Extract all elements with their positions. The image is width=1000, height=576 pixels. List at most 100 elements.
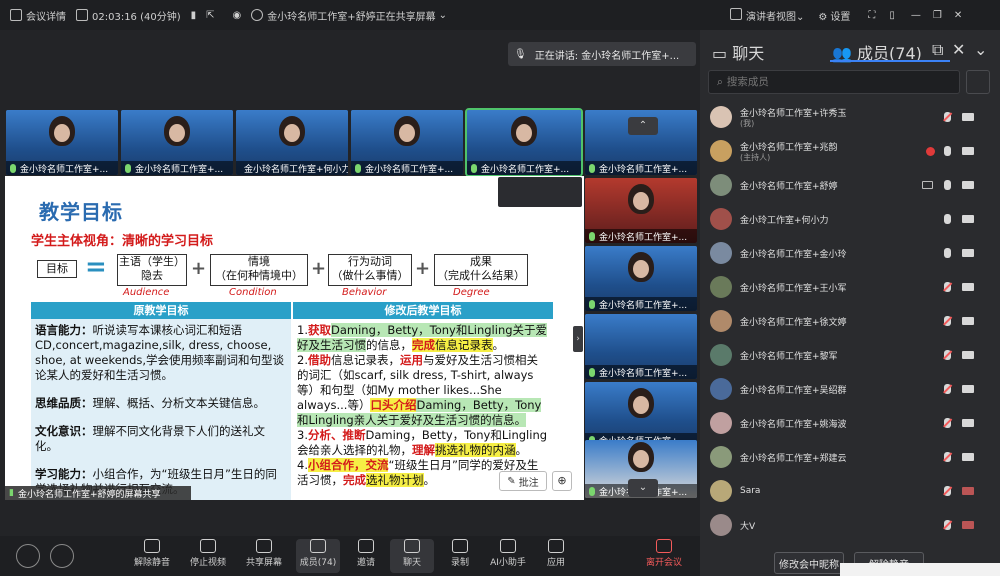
mic-icon[interactable]: [944, 214, 951, 224]
video-tile[interactable]: 金小玲名师工作室+...: [585, 246, 697, 311]
member-name: 金小玲名师工作室+郑建云: [740, 453, 847, 464]
member-row[interactable]: 金小玲名师工作室+舒婷: [700, 168, 1000, 202]
emoji-icon[interactable]: [16, 544, 40, 568]
member-row[interactable]: 金小玲名师工作室+金小玲: [700, 236, 1000, 270]
unmute-button[interactable]: 解除静音: [130, 539, 174, 568]
share-status-label: 金小玲名师工作室+舒婷正在共享屏幕: [267, 11, 436, 23]
camera-icon[interactable]: [962, 419, 974, 427]
duration: 02:03:16 (40分钟): [76, 8, 181, 23]
close-panel-icon[interactable]: ✕: [952, 40, 965, 59]
sidebar-toggle-icon[interactable]: ▯: [889, 10, 895, 21]
mic-off-icon[interactable]: [944, 486, 951, 496]
camera-icon[interactable]: [962, 181, 974, 189]
video-tile-active[interactable]: 金小玲名师工作室+...: [465, 108, 583, 177]
tab-chat-label: 聊天: [732, 44, 765, 63]
rename-button[interactable]: 修改会中昵称: [774, 552, 844, 574]
camera-icon[interactable]: [962, 453, 974, 461]
ai-assistant-button[interactable]: AI小助手: [486, 539, 530, 568]
camera-icon[interactable]: [962, 317, 974, 325]
invite-button[interactable]: 邀请: [344, 539, 388, 568]
member-search[interactable]: ⌕: [708, 70, 960, 94]
video-tile[interactable]: 金小玲名师工作室+...: [351, 110, 463, 175]
member-row[interactable]: Sara: [700, 474, 1000, 508]
mic-off-icon[interactable]: [944, 520, 951, 530]
stop-video-button[interactable]: 停止视频: [186, 539, 230, 568]
close-icon[interactable]: ✕: [954, 10, 962, 21]
slide-subtitle: 学生主体视角：清晰的学习目标: [31, 234, 214, 249]
maximize-icon[interactable]: ❐: [933, 10, 942, 21]
collapse-arrow[interactable]: ›: [573, 326, 583, 352]
video-tile[interactable]: 金小玲名师工作室+...: [121, 110, 233, 175]
video-tile[interactable]: 金小玲名师工作室+何小力: [236, 110, 348, 175]
share-status[interactable]: 金小玲名师工作室+舒婷正在共享屏幕 ⌄: [251, 8, 447, 23]
t: 。: [515, 443, 528, 457]
t: 1.: [297, 323, 308, 337]
minimize-icon[interactable]: —: [911, 10, 921, 21]
apps-button[interactable]: 应用: [534, 539, 578, 568]
mic-icon[interactable]: [944, 146, 951, 156]
member-row[interactable]: 金小玲名师工作室+郑建云: [700, 440, 1000, 474]
member-row[interactable]: 金小玲名师工作室+黎军: [700, 338, 1000, 372]
mic-off-icon[interactable]: [944, 282, 951, 292]
member-row[interactable]: 金小玲工作室+何小力: [700, 202, 1000, 236]
search-input[interactable]: [726, 76, 927, 88]
mic-off-icon[interactable]: [944, 112, 951, 122]
mic-off-icon[interactable]: [944, 452, 951, 462]
member-row[interactable]: 金小玲名师工作室+吴绍群: [700, 372, 1000, 406]
members-button[interactable]: 成员(74): [296, 539, 340, 573]
video-tile[interactable]: 金小玲名师工作室+...: [6, 110, 118, 175]
toolbar-label: 邀请: [356, 558, 375, 568]
camera-icon[interactable]: [962, 351, 974, 359]
annotate-button[interactable]: ✎ 批注: [499, 471, 547, 491]
mic-off-icon[interactable]: [944, 316, 951, 326]
member-row[interactable]: 大V: [700, 508, 1000, 542]
fullscreen-icon[interactable]: ⛶: [868, 10, 875, 21]
hourglass-icon: [76, 9, 88, 21]
member-row[interactable]: 金小玲名师工作室+姚海波: [700, 406, 1000, 440]
leave-meeting-button[interactable]: 离开会议: [642, 539, 686, 568]
share-screen-button[interactable]: 共享屏幕: [242, 539, 286, 568]
chevron-down-icon[interactable]: ⌄: [974, 40, 987, 59]
presenter-view-button[interactable]: 演讲者视图⌄: [730, 7, 804, 23]
invite-member-icon[interactable]: [966, 70, 990, 94]
member-name: 金小玲名师工作室+金小玲: [740, 249, 847, 260]
member-row[interactable]: 金小玲名师工作室+徐文婷: [700, 304, 1000, 338]
record-button[interactable]: 录制: [438, 539, 482, 568]
signal-icon[interactable]: ▮: [191, 10, 197, 21]
video-tile[interactable]: 金小玲名师工作室+...: [585, 382, 697, 447]
mic-off-icon[interactable]: [944, 384, 951, 394]
camera-icon[interactable]: [962, 283, 974, 291]
avatar: [710, 208, 732, 230]
member-row[interactable]: 金小玲名师工作室+许秀玉 (我): [700, 100, 1000, 134]
slide-thumbnail-toolbar[interactable]: [498, 177, 582, 207]
camera-icon[interactable]: [962, 249, 974, 257]
settings-button[interactable]: ⚙ 设置: [818, 8, 850, 23]
camera-off-icon[interactable]: [962, 487, 974, 495]
camera-icon[interactable]: [962, 385, 974, 393]
video-tile[interactable]: 金小玲名师工作室+...: [585, 178, 697, 243]
mic-icon[interactable]: [944, 180, 951, 190]
t: 完成: [343, 473, 366, 487]
member-row[interactable]: 金小玲名师工作室+兆韵 (主持人): [700, 134, 1000, 168]
camera-off-icon[interactable]: [962, 521, 974, 529]
tab-chat[interactable]: ▭ 聊天: [712, 40, 764, 64]
mic-icon[interactable]: [944, 248, 951, 258]
camera-icon[interactable]: [962, 113, 974, 121]
avatar: [710, 514, 732, 536]
scroll-up-button[interactable]: ⌃: [628, 117, 658, 135]
chat-button[interactable]: 聊天: [390, 539, 434, 573]
mic-off-icon[interactable]: [944, 350, 951, 360]
meeting-info-button[interactable]: 会议详情: [10, 8, 66, 23]
zoom-icon[interactable]: ⊕: [552, 471, 572, 491]
member-row[interactable]: 金小玲名师工作室+王小军: [700, 270, 1000, 304]
raise-hand-icon[interactable]: [50, 544, 74, 568]
scroll-down-button[interactable]: ⌄: [628, 479, 658, 497]
search-icon: ⌕: [717, 75, 723, 88]
camera-icon[interactable]: [962, 147, 974, 155]
header-revised-goals: 修改后教学目标: [293, 302, 553, 319]
camera-icon[interactable]: [962, 215, 974, 223]
video-tile[interactable]: 金小玲名师工作室+...: [585, 314, 697, 379]
external-link-icon[interactable]: ⇱: [206, 10, 214, 21]
mic-off-icon[interactable]: [944, 418, 951, 428]
popout-icon[interactable]: ⧉: [932, 40, 943, 60]
